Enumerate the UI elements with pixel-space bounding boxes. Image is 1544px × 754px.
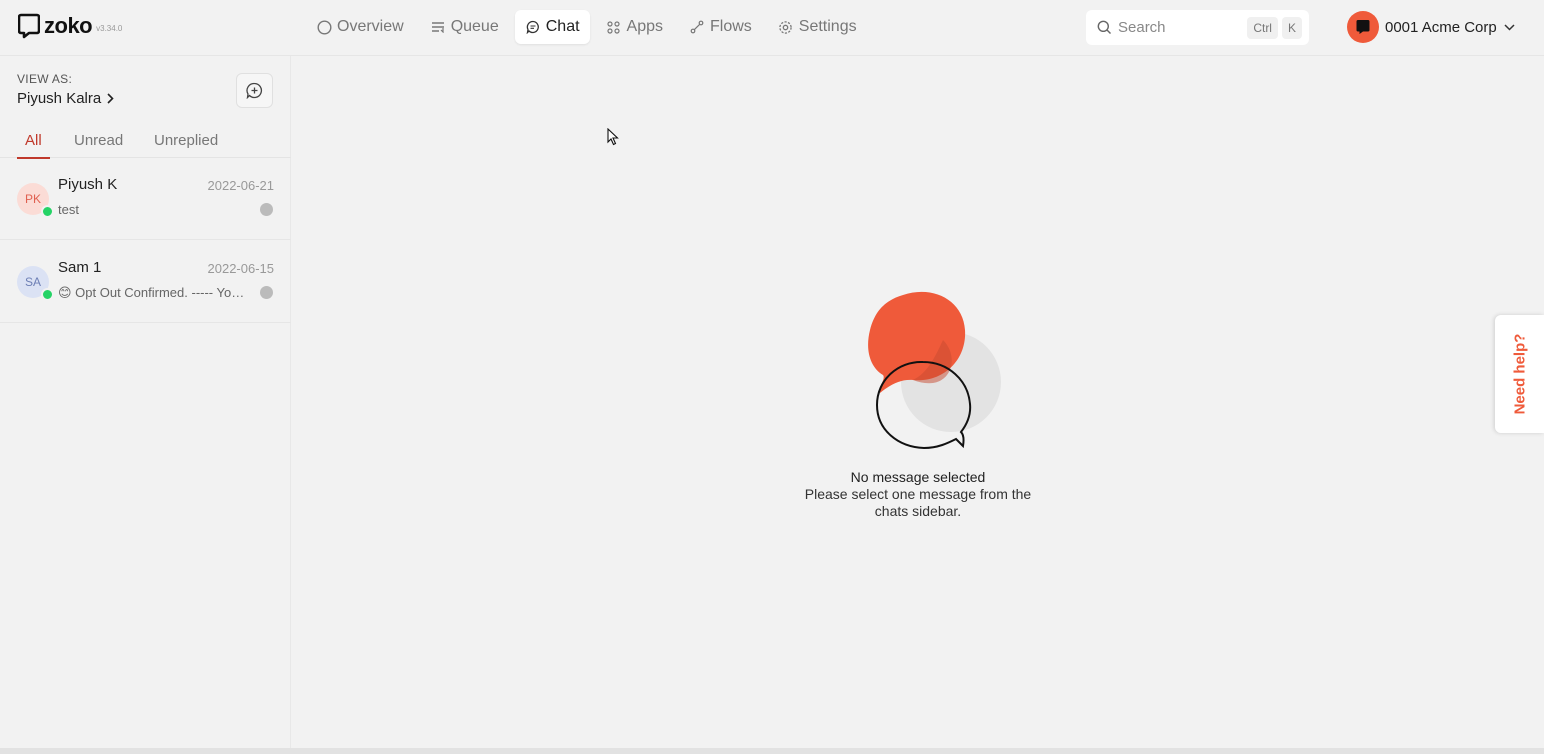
top-bar: zoko v3.34.0 Overview Queue Chat Apps Fl…	[0, 0, 1544, 56]
empty-state-title: No message selected	[850, 469, 986, 485]
empty-state: No message selected Please select one me…	[770, 285, 1066, 519]
app-version: v3.34.0	[96, 23, 123, 33]
search-input[interactable]: Search	[1118, 19, 1243, 36]
avatar: PK	[17, 183, 54, 218]
empty-chat-illustration	[868, 291, 1001, 450]
conversation-item[interactable]: SA Sam 1 2022-06-15 😊 Opt Out Confirmed.…	[0, 241, 291, 323]
new-chat-button[interactable]	[236, 73, 273, 108]
nav-settings[interactable]: Settings	[768, 10, 867, 44]
bottom-bar	[0, 748, 1544, 754]
nav-apps-label: Apps	[626, 18, 663, 35]
nav-queue[interactable]: Queue	[420, 10, 509, 44]
avatar: SA	[17, 266, 54, 301]
conversation-preview: test	[58, 202, 79, 217]
conversation-date: 2022-06-15	[207, 261, 275, 276]
circle-icon	[316, 19, 332, 35]
need-help-label: Need help?	[1511, 333, 1529, 415]
account-name: 0001 Acme Corp	[1385, 18, 1497, 36]
search-icon	[1097, 20, 1111, 34]
flows-icon	[689, 19, 705, 35]
conversation-date: 2022-06-21	[207, 178, 275, 193]
shortcut-k-key: K	[1281, 16, 1302, 39]
search-box[interactable]: Search Ctrl K	[1086, 10, 1309, 45]
account-switcher[interactable]: 0001 Acme Corp	[1347, 11, 1515, 43]
conversation-preview: 😊 Opt Out Confirmed. ----- You have been…	[58, 285, 248, 300]
chevron-down-icon	[1504, 23, 1515, 31]
view-as-user-selector[interactable]: Piyush Kalra	[17, 90, 114, 107]
queue-icon	[430, 19, 446, 35]
nav-apps[interactable]: Apps	[596, 10, 673, 44]
chats-sidebar: VIEW AS: Piyush Kalra All Unread Unrepli…	[0, 56, 291, 748]
chat-icon	[525, 19, 541, 35]
nav-overview[interactable]: Overview	[306, 10, 414, 44]
empty-state-subtitle-line1: Please select one message from the	[804, 486, 1032, 502]
need-help-tab[interactable]: Need help?	[1495, 315, 1544, 433]
tab-unread[interactable]: Unread	[74, 132, 123, 157]
conversation-name: Piyush K	[58, 176, 118, 193]
logo[interactable]: zoko v3.34.0	[18, 13, 122, 39]
conversation-name: Sam 1	[58, 259, 102, 276]
whatsapp-icon	[41, 205, 54, 218]
shortcut-ctrl-key: Ctrl	[1247, 16, 1278, 39]
brand-chat-icon	[1356, 20, 1370, 34]
chevron-right-icon	[107, 93, 114, 104]
nav-flows-label: Flows	[710, 18, 752, 35]
mouse-cursor-icon	[607, 128, 619, 146]
view-as-label: VIEW AS:	[17, 72, 73, 86]
nav-queue-label: Queue	[450, 18, 499, 35]
zoko-logo-icon	[18, 13, 40, 39]
whatsapp-icon	[41, 288, 54, 301]
empty-state-subtitle-line2: chats sidebar.	[874, 503, 962, 519]
nav-flows[interactable]: Flows	[679, 10, 762, 44]
status-dot-icon	[260, 203, 273, 216]
avatar-initials: PK	[24, 192, 41, 206]
conversation-item[interactable]: PK Piyush K 2022-06-21 test	[0, 158, 291, 240]
view-as-user-name: Piyush Kalra	[17, 90, 102, 107]
nav-settings-label: Settings	[798, 18, 857, 35]
main-nav: Overview Queue Chat Apps Flows Settings	[306, 10, 867, 44]
apps-icon	[606, 19, 622, 35]
gear-icon	[778, 19, 794, 35]
status-dot-icon	[260, 286, 273, 299]
avatar-initials: SA	[24, 275, 41, 289]
conversation-filter-tabs: All Unread Unreplied	[0, 126, 291, 159]
nav-chat[interactable]: Chat	[514, 10, 590, 44]
tab-unreplied[interactable]: Unreplied	[154, 132, 218, 157]
nav-overview-label: Overview	[337, 18, 404, 35]
nav-chat-label: Chat	[545, 18, 580, 35]
logo-text: zoko	[44, 13, 93, 38]
account-avatar	[1347, 11, 1379, 43]
tab-all[interactable]: All	[17, 132, 50, 159]
new-chat-icon	[246, 82, 263, 99]
